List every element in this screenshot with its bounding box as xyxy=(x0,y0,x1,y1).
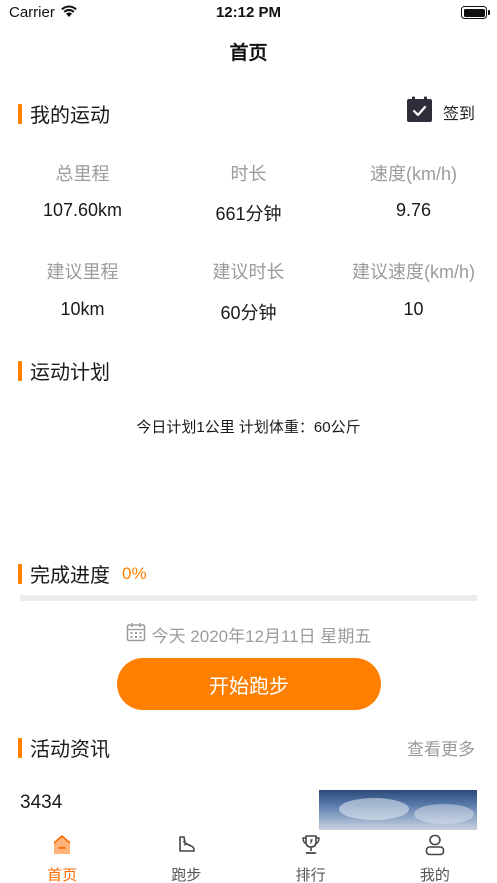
tab-label: 首页 xyxy=(47,867,78,883)
stat-value: 9.76 xyxy=(395,200,432,220)
start-running-button[interactable]: 开始跑步 xyxy=(117,658,381,710)
stat-duration: 时长 xyxy=(166,160,331,186)
stat-value: 10km xyxy=(60,299,105,319)
date-row: 今天 2020年12月11日 星期五 xyxy=(0,622,497,647)
progress-percent: 0% xyxy=(122,563,147,583)
section-accent-bar xyxy=(18,737,22,758)
stat-suggested-duration-value: 60分钟 xyxy=(166,299,331,325)
stat-label: 建议时长 xyxy=(212,262,285,282)
news-title: 活动资讯 xyxy=(30,739,110,761)
my-sport-title: 我的运动 xyxy=(30,105,110,127)
stat-suggested-duration: 建议时长 xyxy=(166,258,331,284)
stat-label: 时长 xyxy=(230,164,267,184)
checkin-label: 签到 xyxy=(442,106,475,123)
stat-label: 建议速度(km/h) xyxy=(352,262,475,282)
tab-ranking[interactable]: 排行 xyxy=(249,830,373,883)
news-item-title[interactable]: 3434 xyxy=(20,792,62,814)
progress-header: 完成进度 0% xyxy=(18,559,147,588)
progress-title: 完成进度 xyxy=(30,565,110,587)
stat-value: 107.60km xyxy=(42,200,123,220)
progress-bar xyxy=(20,595,477,601)
stat-value: 10 xyxy=(403,299,424,319)
battery-icon xyxy=(461,6,490,19)
stat-label: 速度(km/h) xyxy=(370,164,457,184)
section-accent-bar xyxy=(18,563,22,584)
date-text: 今天 2020年12月11日 星期五 xyxy=(151,627,372,646)
plan-text: 今日计划1公里 计划体重：60公斤 xyxy=(136,419,361,436)
checkin-button[interactable]: 签到 xyxy=(406,96,475,128)
stat-total-distance: 总里程 xyxy=(0,160,165,186)
stat-label: 总里程 xyxy=(55,164,110,184)
stat-label: 建议里程 xyxy=(46,262,119,282)
stat-speed-value: 9.76 xyxy=(331,200,496,221)
tab-label: 跑步 xyxy=(171,867,202,883)
tab-label: 我的 xyxy=(419,867,450,883)
shoe-icon xyxy=(175,834,197,861)
news-header: 活动资讯 xyxy=(18,733,110,762)
plan-header: 运动计划 xyxy=(18,356,110,385)
stat-value: 661分钟 xyxy=(215,204,282,224)
stat-value: 60分钟 xyxy=(220,303,277,323)
plan-title: 运动计划 xyxy=(30,362,110,384)
tab-running[interactable]: 跑步 xyxy=(124,830,248,883)
stat-suggested-speed: 建议速度(km/h) xyxy=(331,258,496,284)
tab-bar: 首页 跑步 排行 我的 xyxy=(0,830,497,883)
page-title: 首页 xyxy=(229,43,268,64)
news-item-image[interactable] xyxy=(319,790,477,830)
status-bar: Carrier 12:12 PM xyxy=(0,0,497,26)
tab-home[interactable]: 首页 xyxy=(0,830,124,883)
my-sport-header: 我的运动 xyxy=(18,99,110,128)
clock: 12:12 PM xyxy=(215,4,282,21)
section-accent-bar xyxy=(18,360,22,381)
user-icon xyxy=(424,834,446,861)
stat-total-distance-value: 107.60km xyxy=(0,200,165,221)
view-more-link[interactable]: 查看更多 xyxy=(407,735,475,760)
section-accent-bar xyxy=(18,103,22,124)
home-icon xyxy=(51,834,73,861)
calendar-icon xyxy=(126,622,146,647)
tab-label: 排行 xyxy=(295,867,326,883)
stat-speed: 速度(km/h) xyxy=(331,160,496,186)
tab-profile[interactable]: 我的 xyxy=(373,830,497,883)
stat-suggested-distance-value: 10km xyxy=(0,299,165,320)
stat-suggested-distance: 建议里程 xyxy=(0,258,165,284)
trophy-icon xyxy=(300,834,322,861)
stat-suggested-speed-value: 10 xyxy=(331,299,496,320)
calendar-check-icon xyxy=(406,96,433,128)
stat-duration-value: 661分钟 xyxy=(166,200,331,226)
